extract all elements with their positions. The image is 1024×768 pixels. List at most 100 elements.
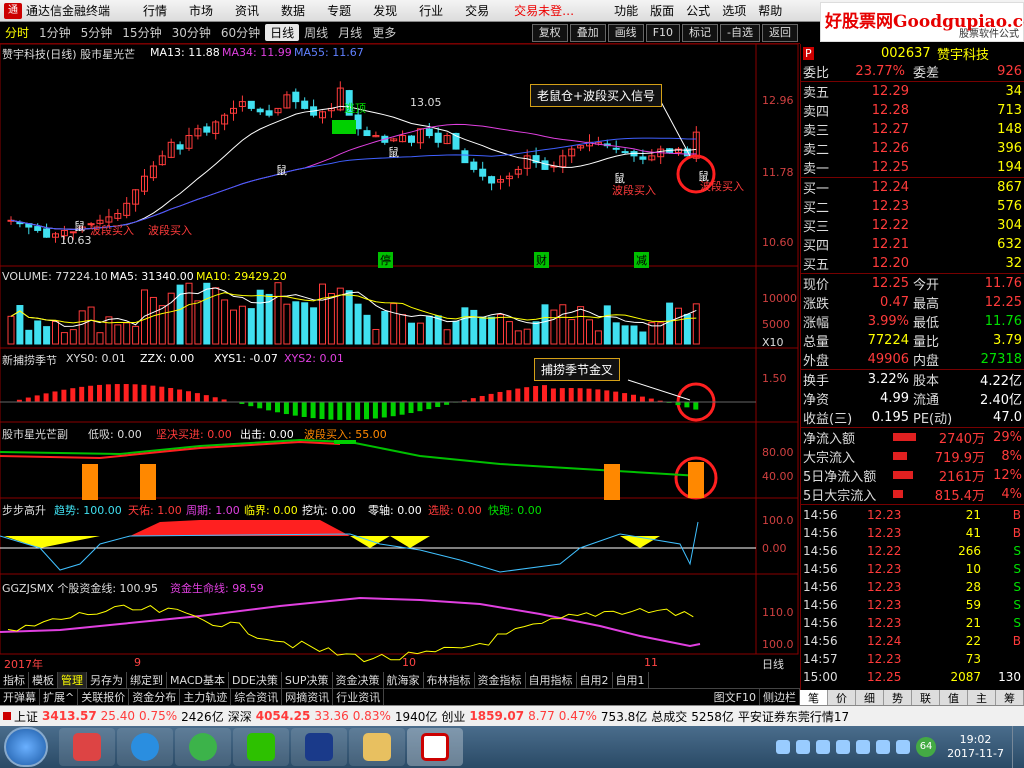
indicator-tab-10[interactable]: 布林指标: [424, 672, 475, 688]
tick-price: 12.25: [867, 670, 902, 684]
ind2-dixi: 低吸: 0.00: [88, 428, 142, 441]
indicator-tab-11[interactable]: 资金指标: [475, 672, 526, 688]
taskbar-app-refresh[interactable]: [175, 728, 231, 766]
info-tab-6[interactable]: 网摘资讯: [282, 689, 334, 705]
menu-topics[interactable]: 专题: [316, 2, 362, 19]
quote-tab-1[interactable]: 价: [828, 690, 856, 705]
ind1-hist-bar: [105, 384, 111, 402]
tray-icon-5[interactable]: [856, 740, 871, 754]
indicator-tab-6[interactable]: DDE决策: [229, 672, 282, 688]
indicator-tab-4[interactable]: 绑定到: [127, 672, 167, 688]
menu-options[interactable]: 选项: [716, 2, 752, 19]
menu-market[interactable]: 市场: [178, 2, 224, 19]
info-tab-2[interactable]: 关联报价: [78, 689, 130, 705]
volume-bar: [568, 319, 576, 345]
menu-discover[interactable]: 发现: [362, 2, 408, 19]
kline-chart-area[interactable]: 赞宇科技(日线) 股市星光芒 MA13: 11.88 MA34: 11.99 M…: [0, 44, 800, 672]
volume-bar: [319, 283, 326, 345]
indicator-tab-12[interactable]: 自用指标: [526, 672, 577, 688]
ind2-buy-bar: [688, 462, 704, 498]
taskbar-app-wechat[interactable]: [233, 728, 289, 766]
tick-volume: 10: [965, 562, 981, 576]
sidebar-toggle-tab[interactable]: 侧边栏: [760, 689, 800, 705]
indicator-tab-2[interactable]: 管理: [58, 672, 87, 688]
quote-tab-3[interactable]: 势: [884, 690, 912, 705]
f10-button[interactable]: F10: [645, 24, 681, 42]
tick-time: 14:56: [803, 598, 838, 612]
quote-tab-7[interactable]: 筹: [996, 690, 1024, 705]
remove-watchlist-button[interactable]: -自选: [720, 24, 760, 42]
tf-15min[interactable]: 15分钟: [117, 24, 166, 41]
menu-formula[interactable]: 公式: [680, 2, 716, 19]
draw-button[interactable]: 画线: [607, 24, 644, 42]
f10-text-tab[interactable]: 图文F10: [711, 689, 760, 705]
menu-functions[interactable]: 功能: [608, 2, 644, 19]
indicator-tab-5[interactable]: MACD基本: [167, 672, 229, 688]
indicator-tab-0[interactable]: 指标: [0, 672, 29, 688]
indicator-tab-9[interactable]: 航海家: [384, 672, 424, 688]
taskbar-app-k[interactable]: [117, 728, 173, 766]
badge-64[interactable]: 64: [916, 737, 937, 757]
taskbar-app-folder[interactable]: [349, 728, 405, 766]
taskbar-app-tdx[interactable]: [407, 728, 463, 766]
tick-side: 130: [998, 670, 1021, 684]
taskbar-app-network[interactable]: [291, 728, 347, 766]
info-tab-1[interactable]: 扩展^: [40, 689, 79, 705]
tf-more[interactable]: 更多: [367, 24, 401, 41]
info-tab-3[interactable]: 资金分布: [129, 689, 181, 705]
volume-bar: [123, 322, 131, 345]
menu-help[interactable]: 帮助: [752, 2, 788, 19]
menu-layout[interactable]: 版面: [644, 2, 680, 19]
back-button[interactable]: 返回: [762, 24, 798, 42]
menu-industry[interactable]: 行业: [408, 2, 454, 19]
stat-row: 涨幅 3.99% 最低 11.76: [801, 312, 1024, 331]
info-tab-0[interactable]: 开弹幕: [0, 689, 40, 705]
indicator-tab-14[interactable]: 自用1: [613, 672, 649, 688]
show-desktop-button[interactable]: [1012, 726, 1024, 768]
tray-icon-2[interactable]: [796, 740, 811, 754]
ind1-hist-bar: [70, 388, 76, 402]
volume-icon[interactable]: [876, 740, 891, 754]
indicator-tab-8[interactable]: 资金决策: [333, 672, 384, 688]
indicator-tab-7[interactable]: SUP决策: [282, 672, 333, 688]
quote-tab-6[interactable]: 主: [968, 690, 996, 705]
stat-label: 现价: [803, 277, 830, 293]
tf-monthly[interactable]: 月线: [333, 24, 367, 41]
info-tab-7[interactable]: 行业资讯: [333, 689, 385, 705]
indicator-tab-13[interactable]: 自用2: [577, 672, 613, 688]
tray-icon-3[interactable]: [816, 740, 831, 754]
ask-label: 卖三: [803, 123, 830, 139]
network-icon[interactable]: [896, 740, 911, 754]
adjust-button[interactable]: 复权: [531, 24, 568, 42]
start-button[interactable]: [4, 727, 48, 767]
menu-news[interactable]: 资讯: [224, 2, 270, 19]
tf-5min[interactable]: 5分钟: [76, 24, 118, 41]
tf-daily[interactable]: 日线: [265, 24, 300, 41]
mark-button[interactable]: 标记: [682, 24, 719, 42]
volume-bar: [488, 316, 496, 345]
quote-tab-0[interactable]: 笔: [800, 690, 828, 705]
menu-trade[interactable]: 交易: [454, 2, 500, 19]
info-tab-4[interactable]: 主力轨迹: [180, 689, 232, 705]
tf-1min[interactable]: 1分钟: [34, 24, 76, 41]
fundamental-row: 换手 3.22% 股本 4.22亿: [801, 370, 1024, 389]
indicator-tab-3[interactable]: 另存为: [87, 672, 127, 688]
quote-tab-5[interactable]: 值: [940, 690, 968, 705]
overlay-button[interactable]: 叠加: [569, 24, 606, 42]
taskbar-app-chart[interactable]: [59, 728, 115, 766]
trade-login-status[interactable]: 交易未登…: [500, 2, 588, 19]
indicator-tab-1[interactable]: 模板: [29, 672, 58, 688]
info-tab-5[interactable]: 综合资讯: [231, 689, 283, 705]
candle-body: [176, 144, 184, 150]
menu-quotes[interactable]: 行情: [132, 2, 178, 19]
menu-data[interactable]: 数据: [270, 2, 316, 19]
tray-icon-1[interactable]: [776, 740, 791, 754]
tray-icon-4[interactable]: [836, 740, 851, 754]
clock[interactable]: 19:02 2017-11-7: [947, 733, 1004, 761]
quote-tab-4[interactable]: 联: [912, 690, 940, 705]
tf-60min[interactable]: 60分钟: [216, 24, 265, 41]
quote-tab-2[interactable]: 细: [856, 690, 884, 705]
tf-intraday[interactable]: 分时: [0, 24, 34, 41]
tf-weekly[interactable]: 周线: [299, 24, 333, 41]
tf-30min[interactable]: 30分钟: [167, 24, 216, 41]
